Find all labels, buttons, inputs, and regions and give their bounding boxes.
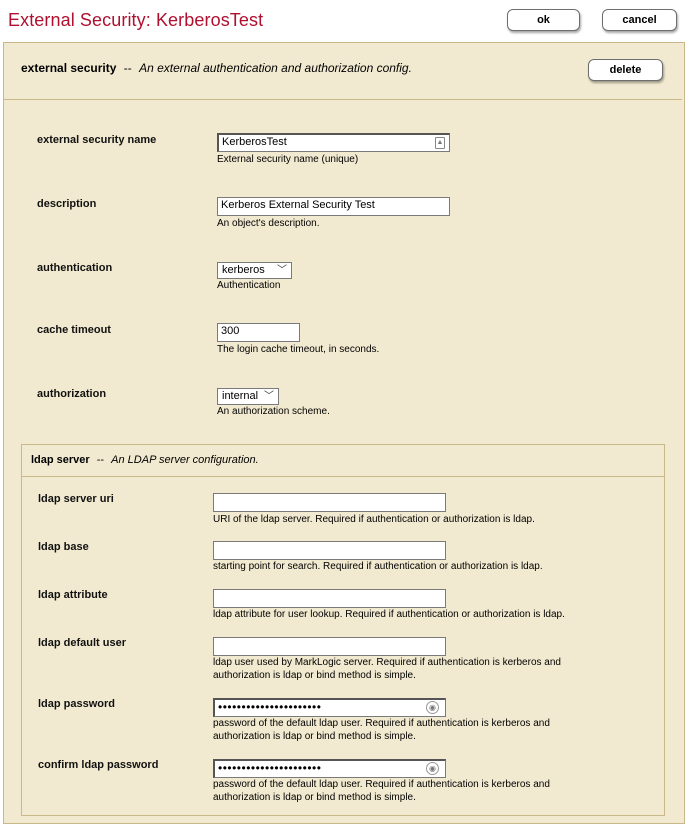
confirm-ldap-password-label: confirm ldap password bbox=[38, 759, 159, 771]
cache-timeout-input[interactable]: 300 bbox=[217, 323, 300, 342]
section-separator: -- bbox=[123, 61, 132, 75]
ldap-default-user-help-line-1: ldap user used by MarkLogic server. Requ… bbox=[213, 657, 561, 668]
cancel-button[interactable]: cancel bbox=[602, 9, 677, 31]
external-security-name-value: KerberosTest bbox=[222, 136, 287, 148]
ok-button[interactable]: ok bbox=[507, 9, 580, 31]
authorization-select[interactable]: internal ﹀ bbox=[217, 388, 279, 405]
authentication-label: authentication bbox=[37, 262, 113, 274]
ldap-attribute-input[interactable] bbox=[213, 589, 446, 608]
description-label: description bbox=[37, 198, 97, 210]
ldap-server-uri-label: ldap server uri bbox=[38, 493, 114, 505]
authentication-select[interactable]: kerberos ﹀ bbox=[217, 262, 292, 279]
contact-card-icon[interactable]: ▲ bbox=[435, 137, 445, 149]
ldap-server-uri-input[interactable] bbox=[213, 493, 446, 512]
confirm-ldap-password-masked-value: •••••••••••••••••••••• bbox=[218, 761, 322, 775]
section-description: An external authentication and authoriza… bbox=[139, 61, 412, 75]
page-title: External Security: KerberosTest bbox=[8, 10, 264, 30]
confirm-ldap-password-help: password of the default ldap user. Requi… bbox=[213, 778, 550, 804]
description-input[interactable]: Kerberos External Security Test bbox=[217, 197, 450, 216]
confirm-ldap-password-input[interactable]: •••••••••••••••••••••• ◉ bbox=[213, 759, 446, 778]
ldap-server-name: ldap server bbox=[31, 454, 90, 466]
authorization-help: An authorization scheme. bbox=[217, 406, 330, 417]
ldap-server-title: ldap server -- An LDAP server configurat… bbox=[31, 454, 259, 466]
section-title: external security -- An external authent… bbox=[21, 61, 412, 75]
chevron-down-icon: ﹀ bbox=[264, 391, 274, 402]
ldap-default-user-label: ldap default user bbox=[38, 637, 127, 649]
cache-timeout-help: The login cache timeout, in seconds. bbox=[217, 344, 380, 355]
ldap-default-user-help-line-2: authorization is ldap or bind method is … bbox=[213, 670, 416, 681]
section-name: external security bbox=[21, 61, 117, 75]
ldap-base-help: starting point for search. Required if a… bbox=[213, 561, 543, 572]
key-reveal-icon[interactable]: ◉ bbox=[426, 701, 439, 714]
chevron-down-icon: ﹀ bbox=[277, 265, 287, 276]
cache-timeout-label: cache timeout bbox=[37, 324, 111, 336]
ldap-password-masked-value: •••••••••••••••••••••• bbox=[218, 700, 322, 714]
description-help: An object's description. bbox=[217, 218, 320, 229]
ldap-base-label: ldap base bbox=[38, 541, 89, 553]
confirm-ldap-password-help-line-1: password of the default ldap user. Requi… bbox=[213, 779, 550, 790]
ldap-password-help: password of the default ldap user. Requi… bbox=[213, 717, 550, 743]
ldap-password-help-line-1: password of the default ldap user. Requi… bbox=[213, 718, 550, 729]
ldap-server-description: An LDAP server configuration. bbox=[111, 454, 259, 466]
ldap-server-uri-help: URI of the ldap server. Required if auth… bbox=[213, 514, 535, 525]
ldap-default-user-input[interactable] bbox=[213, 637, 446, 656]
ldap-separator: -- bbox=[96, 454, 105, 466]
external-security-name-help: External security name (unique) bbox=[217, 154, 359, 165]
confirm-ldap-password-help-line-2: authorization is ldap or bind method is … bbox=[213, 792, 416, 803]
key-reveal-icon[interactable]: ◉ bbox=[426, 762, 439, 775]
ldap-password-help-line-2: authorization is ldap or bind method is … bbox=[213, 731, 416, 742]
ldap-default-user-help: ldap user used by MarkLogic server. Requ… bbox=[213, 656, 561, 682]
authorization-label: authorization bbox=[37, 388, 107, 400]
ldap-attribute-help: ldap attribute for user lookup. Required… bbox=[213, 609, 565, 620]
external-security-name-input[interactable]: KerberosTest ▲ bbox=[217, 133, 450, 152]
ldap-password-label: ldap password bbox=[38, 698, 116, 710]
authentication-selected-value: kerberos bbox=[222, 264, 265, 276]
ldap-password-input[interactable]: •••••••••••••••••••••• ◉ bbox=[213, 698, 446, 717]
ldap-base-input[interactable] bbox=[213, 541, 446, 560]
external-security-name-label: external security name bbox=[37, 134, 157, 146]
authorization-selected-value: internal bbox=[222, 390, 259, 402]
ldap-attribute-label: ldap attribute bbox=[38, 589, 108, 601]
delete-button[interactable]: delete bbox=[588, 59, 663, 81]
authentication-help: Authentication bbox=[217, 280, 281, 291]
